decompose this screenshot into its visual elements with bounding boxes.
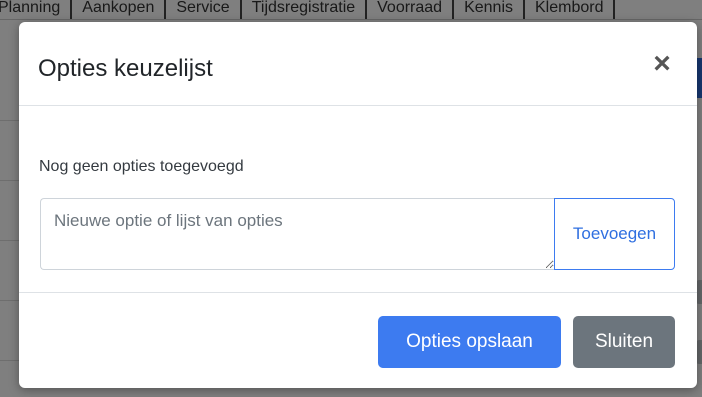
new-option-input[interactable]: [40, 198, 554, 270]
empty-options-message: Nog geen opties toegevoegd: [39, 158, 244, 175]
options-modal: Opties keuzelijst × Nog geen opties toeg…: [19, 22, 697, 388]
add-option-group: Toevoegen: [40, 198, 675, 270]
modal-body: Nog geen opties toegevoegd Toevoegen: [19, 107, 697, 293]
save-options-button[interactable]: Opties opslaan: [378, 316, 561, 368]
add-option-button[interactable]: Toevoegen: [554, 198, 675, 270]
modal-title: Opties keuzelijst: [38, 55, 213, 82]
modal-header: Opties keuzelijst ×: [19, 22, 697, 106]
modal-footer: Opties opslaan Sluiten: [19, 292, 697, 388]
close-icon[interactable]: ×: [648, 49, 676, 79]
close-button[interactable]: Sluiten: [573, 316, 675, 368]
